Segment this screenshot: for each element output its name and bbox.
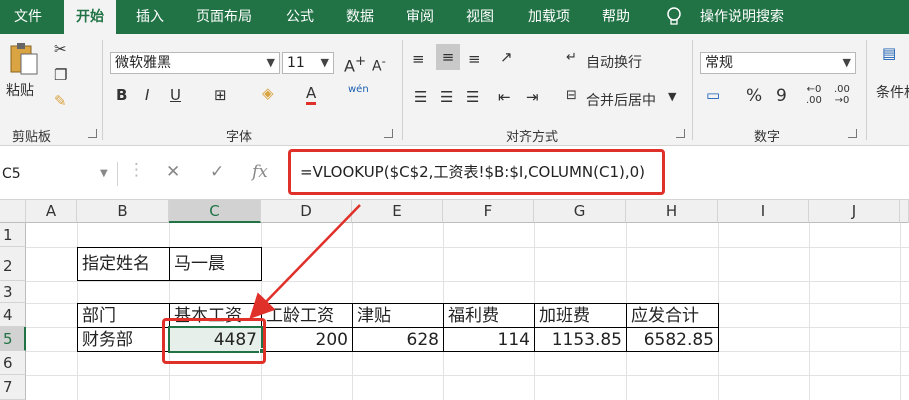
annotation-arrow: [249, 204, 361, 319]
